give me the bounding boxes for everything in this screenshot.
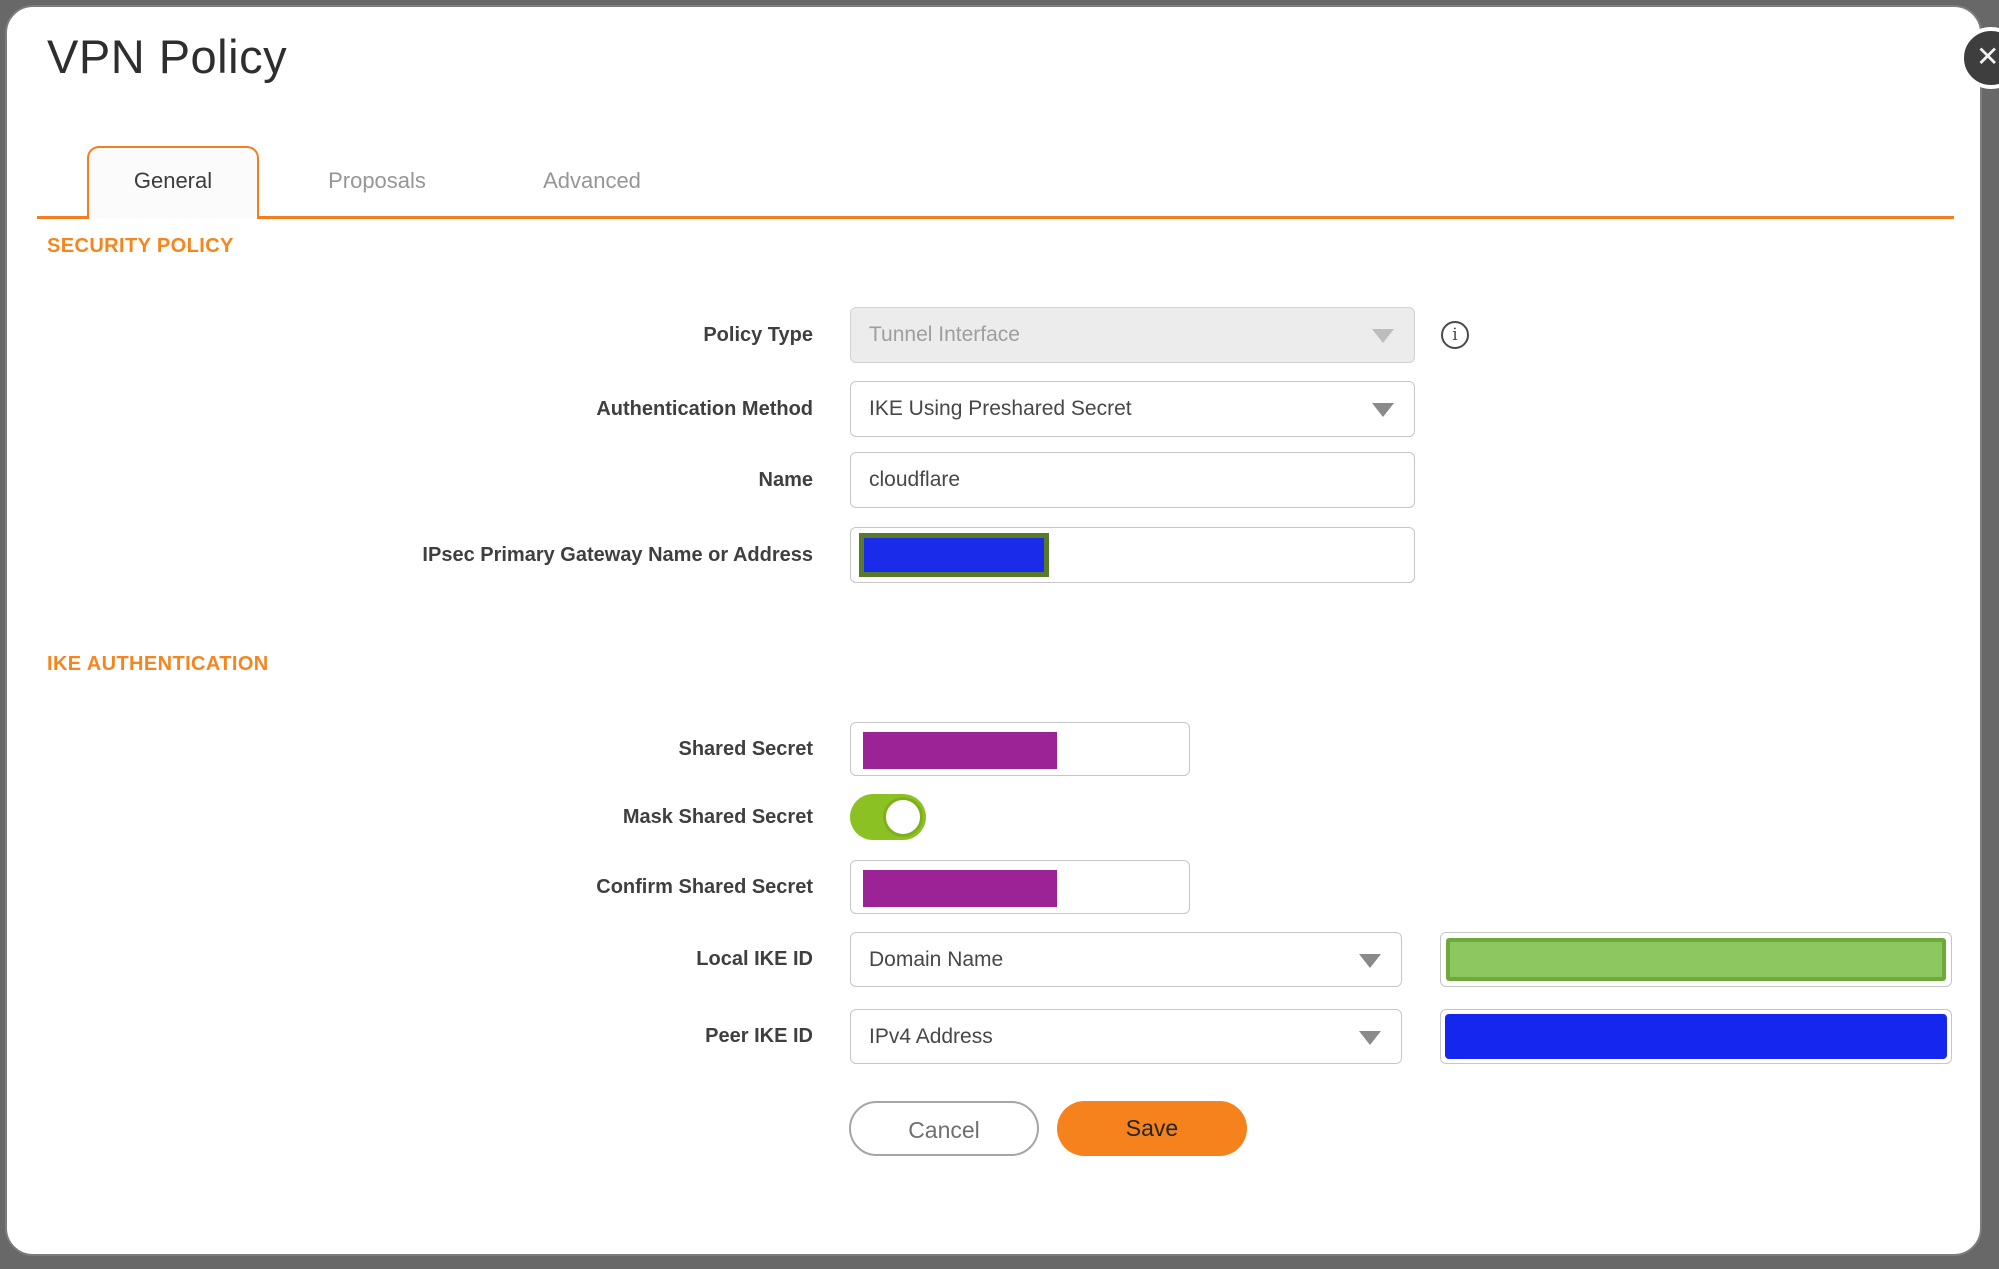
policy-type-label: Policy Type xyxy=(703,324,813,346)
local-ike-id-label: Local IKE ID xyxy=(696,948,813,970)
toggle-knob xyxy=(883,797,923,837)
local-ike-id-value-input[interactable] xyxy=(1440,932,1952,987)
policy-type-select[interactable]: Tunnel Interface xyxy=(850,307,1415,363)
tab-underline xyxy=(37,216,1954,219)
tab-proposals-label: Proposals xyxy=(328,168,426,193)
peer-ike-id-select[interactable]: IPv4 Address xyxy=(850,1009,1402,1064)
name-input[interactable] xyxy=(850,452,1415,508)
authentication-method-value: IKE Using Preshared Secret xyxy=(869,397,1132,420)
confirm-shared-secret-input[interactable] xyxy=(850,860,1190,914)
name-label: Name xyxy=(758,469,813,491)
authentication-method-label: Authentication Method xyxy=(596,398,813,420)
info-icon[interactable]: i xyxy=(1441,321,1469,349)
tab-advanced-label: Advanced xyxy=(543,168,641,193)
shared-secret-label: Shared Secret xyxy=(678,738,813,760)
ike-authentication-section-header: IKE AUTHENTICATION xyxy=(47,653,269,675)
peer-ike-id-value-input[interactable] xyxy=(1440,1009,1952,1064)
tab-advanced[interactable]: Advanced xyxy=(507,146,677,216)
redacted-confirm-shared-secret-value xyxy=(863,870,1057,907)
redacted-local-ike-id-value xyxy=(1446,938,1946,981)
cancel-button[interactable]: Cancel xyxy=(849,1101,1039,1156)
redacted-peer-ike-id-value xyxy=(1445,1014,1947,1059)
mask-shared-secret-label: Mask Shared Secret xyxy=(622,806,813,828)
peer-ike-id-label: Peer IKE ID xyxy=(705,1025,813,1047)
peer-ike-id-value: IPv4 Address xyxy=(869,1025,993,1048)
local-ike-id-value: Domain Name xyxy=(869,948,1004,971)
tab-general-label: General xyxy=(133,168,213,193)
chevron-down-icon xyxy=(1359,1030,1381,1045)
screen: VPN Policy General Proposals Advanced SE… xyxy=(0,0,1999,1269)
policy-type-value: Tunnel Interface xyxy=(869,323,1020,346)
mask-shared-secret-toggle[interactable] xyxy=(850,794,926,840)
vpn-policy-dialog: VPN Policy General Proposals Advanced SE… xyxy=(5,5,1982,1256)
security-policy-section-header: SECURITY POLICY xyxy=(47,235,234,257)
local-ike-id-select[interactable]: Domain Name xyxy=(850,932,1402,987)
chevron-down-icon xyxy=(1372,403,1394,417)
chevron-down-icon xyxy=(1359,953,1381,968)
authentication-method-select[interactable]: IKE Using Preshared Secret xyxy=(850,381,1415,437)
redacted-shared-secret-value xyxy=(863,732,1057,769)
dialog-title: VPN Policy xyxy=(47,30,288,83)
ipsec-primary-gateway-input[interactable] xyxy=(850,527,1415,583)
close-icon: ✕ xyxy=(1976,41,1999,72)
redacted-gateway-value xyxy=(859,533,1049,577)
tab-proposals[interactable]: Proposals xyxy=(292,146,462,216)
chevron-down-icon xyxy=(1372,329,1394,343)
shared-secret-input[interactable] xyxy=(850,722,1190,776)
confirm-shared-secret-label: Confirm Shared Secret xyxy=(596,876,813,898)
tab-general[interactable]: General xyxy=(87,146,259,219)
ipsec-primary-gateway-label: IPsec Primary Gateway Name or Address xyxy=(422,544,813,566)
save-button[interactable]: Save xyxy=(1057,1101,1247,1156)
